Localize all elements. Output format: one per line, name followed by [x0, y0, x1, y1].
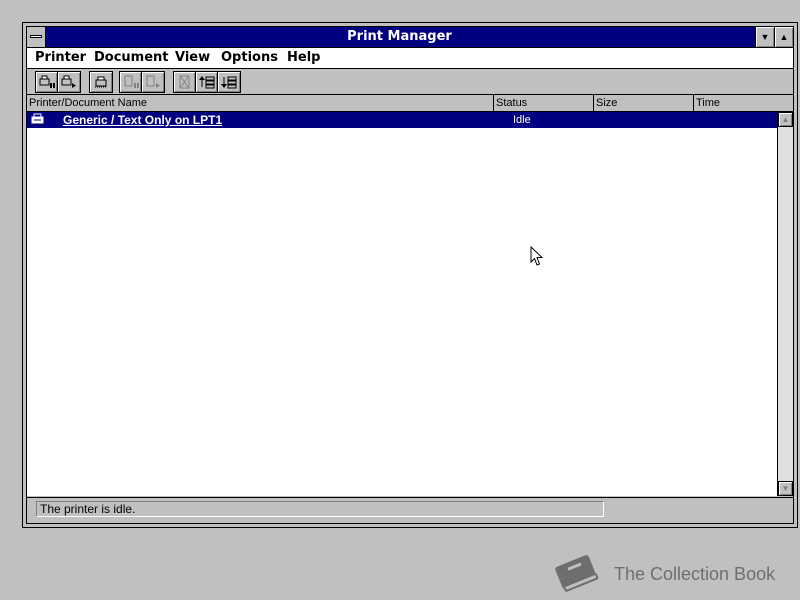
scroll-down-button[interactable]: ▼: [778, 481, 793, 496]
column-header-time[interactable]: Time: [694, 95, 794, 111]
vertical-scrollbar[interactable]: ▲ ▼: [777, 112, 793, 496]
list-item[interactable]: Generic / Text Only on LPT1 Idle: [27, 112, 777, 128]
printer-status: Idle: [513, 114, 531, 126]
menu-view[interactable]: View: [175, 48, 210, 68]
status-text: The printer is idle.: [36, 501, 604, 517]
document-control-group: [119, 71, 165, 93]
pause-printer-icon: [39, 75, 55, 88]
toolbar: [27, 69, 793, 95]
printer-icon: [31, 113, 45, 126]
arrow-up-icon: ▲: [781, 115, 790, 124]
delete-document-icon: [179, 75, 189, 89]
move-down-button[interactable]: [218, 72, 240, 92]
move-up-button[interactable]: [196, 72, 218, 92]
printer-queue-list[interactable]: Generic / Text Only on LPT1 Idle: [27, 112, 777, 496]
queue-control-group: [173, 71, 241, 93]
resume-printer-button[interactable]: [58, 72, 80, 92]
menu-printer[interactable]: Printer: [35, 48, 86, 68]
resume-printer-icon: [61, 75, 76, 88]
window-frame: Print Manager ▼ ▲ Printer Document View …: [26, 26, 794, 524]
minimize-icon: ▼: [760, 32, 770, 42]
watermark-text: The Collection Book: [614, 564, 776, 584]
pause-document-icon: [124, 75, 139, 88]
scroll-up-button[interactable]: ▲: [778, 112, 793, 127]
move-down-icon: [221, 76, 237, 89]
title-bar[interactable]: Print Manager ▼ ▲: [27, 27, 793, 48]
menu-help[interactable]: Help: [287, 48, 320, 68]
pause-printer-button[interactable]: [36, 72, 58, 92]
window-title: Print Manager: [347, 29, 452, 44]
menu-options[interactable]: Options: [221, 48, 278, 68]
maximize-icon: ▲: [779, 32, 789, 42]
menu-document[interactable]: Document: [94, 48, 169, 68]
print-manager-window: Print Manager ▼ ▲ Printer Document View …: [22, 22, 798, 528]
printer-setup-button[interactable]: [90, 72, 112, 92]
book-icon: [555, 555, 599, 592]
arrow-down-icon: ▼: [781, 484, 790, 493]
mouse-cursor-icon: [530, 246, 544, 266]
move-up-icon: [198, 76, 214, 89]
system-menu-button[interactable]: [27, 27, 46, 47]
maximize-button[interactable]: ▲: [774, 27, 793, 47]
resume-document-button[interactable]: [142, 72, 164, 92]
system-menu-icon: [30, 35, 42, 38]
printer-name: Generic / Text Only on LPT1: [63, 113, 223, 127]
printer-control-group: [35, 71, 81, 93]
menu-bar: Printer Document View Options Help: [27, 48, 793, 69]
column-header-name[interactable]: Printer/Document Name: [27, 95, 494, 111]
status-bar: The printer is idle.: [27, 497, 793, 520]
printer-setup-icon: [95, 76, 107, 88]
column-header-status[interactable]: Status: [494, 95, 594, 111]
column-headers: Printer/Document Name Status Size Time: [27, 95, 793, 112]
minimize-button[interactable]: ▼: [755, 27, 774, 47]
resume-document-icon: [146, 75, 160, 88]
column-header-size[interactable]: Size: [594, 95, 694, 111]
delete-document-button[interactable]: [174, 72, 196, 92]
setup-group: [89, 71, 113, 93]
pause-document-button[interactable]: [120, 72, 142, 92]
watermark: The Collection Book: [546, 548, 796, 598]
